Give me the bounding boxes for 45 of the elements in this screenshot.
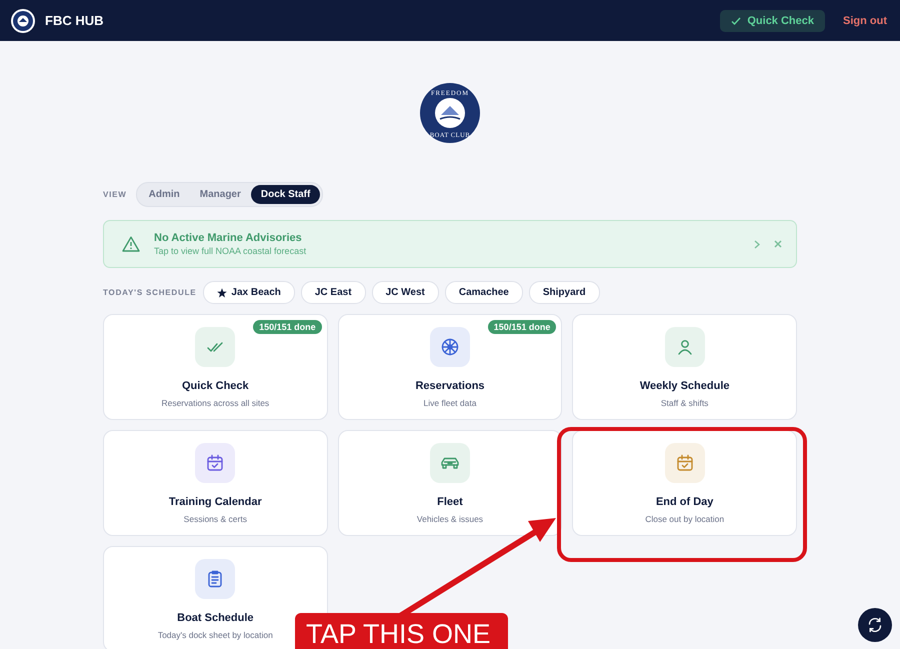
card-subtitle: Reservations across all sites — [161, 398, 270, 408]
location-chip[interactable]: Shipyard — [528, 281, 600, 304]
refresh-icon — [867, 617, 883, 633]
chevron-right-icon[interactable] — [754, 240, 760, 248]
card-title: Fleet — [437, 496, 463, 508]
club-logo-icon — [10, 8, 36, 34]
sign-out-link[interactable]: Sign out — [843, 14, 887, 26]
location-chip[interactable]: Jax Beach — [203, 281, 295, 304]
view-tab[interactable]: Dock Staff — [250, 185, 320, 204]
advisory-subtitle: Tap to view full NOAA coastal forecast — [154, 246, 308, 256]
location-chip[interactable]: Camachee — [444, 281, 523, 304]
menu-card[interactable]: Fleet Vehicles & issues — [338, 430, 562, 536]
card-title: Training Calendar — [168, 496, 262, 508]
app-title: FBC HUB — [45, 13, 104, 28]
menu-card[interactable]: 150/151 done Quick Check Reservations across all sites — [103, 314, 328, 420]
card-subtitle: Sessions & certs — [184, 514, 247, 524]
card-subtitle: Live fleet data — [424, 398, 476, 408]
callout-label: TAP THIS ONE — [295, 613, 508, 649]
card-title: Quick Check — [182, 380, 249, 392]
menu-card[interactable]: Weekly Schedule Staff & shifts — [572, 314, 797, 420]
view-tab[interactable]: Admin — [138, 185, 190, 204]
card-title: Weekly Schedule — [640, 380, 730, 392]
progress-badge: 150/151 done — [253, 320, 322, 334]
card-subtitle: Today's dock sheet by location — [158, 630, 273, 640]
view-label: VIEW — [103, 190, 127, 199]
card-subtitle: Vehicles & issues — [416, 514, 484, 524]
menu-card[interactable]: Training Calendar Sessions & certs — [103, 430, 328, 536]
progress-badge: 150/151 done — [488, 320, 556, 334]
card-title: Boat Schedule — [177, 612, 254, 624]
menu-card[interactable]: End of Day Close out by location — [572, 430, 797, 536]
menu-card[interactable]: 150/151 done Reservations Live fleet data — [338, 314, 562, 420]
card-subtitle: Staff & shifts — [660, 398, 708, 408]
quick-check-button[interactable]: Quick Check — [720, 10, 825, 32]
card-title: Reservations — [415, 380, 485, 392]
view-tab[interactable]: Manager — [190, 185, 251, 204]
close-icon[interactable] — [774, 240, 782, 248]
advisory-title: No Active Marine Advisories — [154, 232, 303, 244]
check-icon — [731, 16, 742, 24]
card-title: End of Day — [656, 496, 714, 508]
warning-icon — [122, 236, 140, 252]
refresh-button[interactable] — [858, 608, 892, 642]
location-chip[interactable]: JC East — [300, 281, 366, 304]
schedule-label: TODAY'S SCHEDULE — [103, 288, 196, 297]
location-chip[interactable]: JC West — [372, 281, 439, 304]
card-subtitle: Close out by location — [645, 514, 724, 524]
